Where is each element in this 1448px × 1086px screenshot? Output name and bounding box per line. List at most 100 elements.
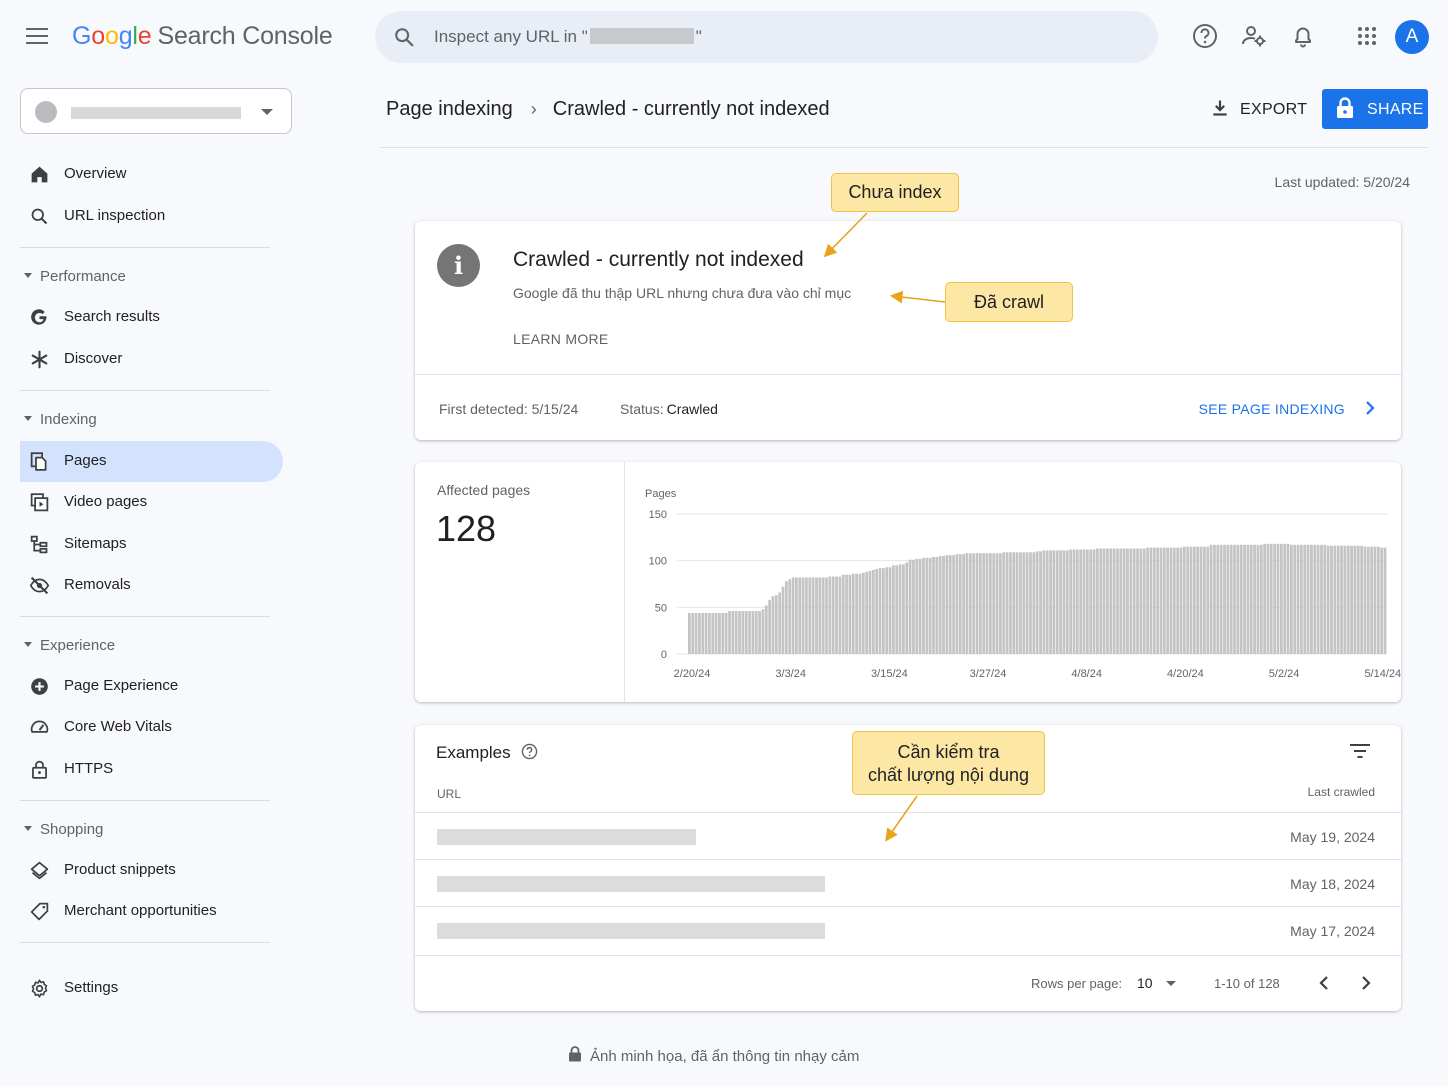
property-selector[interactable] — [20, 88, 292, 134]
chart-bar[interactable] — [932, 556, 935, 654]
chart-bar[interactable] — [704, 612, 708, 654]
chart-bar[interactable] — [841, 574, 845, 654]
chart-bar[interactable] — [1283, 543, 1287, 654]
chart-bar[interactable] — [711, 612, 715, 654]
rows-per-page-select[interactable]: 10 — [1137, 975, 1153, 991]
chart-bar[interactable] — [1055, 550, 1059, 654]
chart-bar[interactable] — [1199, 546, 1203, 654]
chart-bar[interactable] — [1032, 552, 1036, 654]
chart-bar[interactable] — [1072, 549, 1076, 654]
chart-bar[interactable] — [694, 612, 698, 654]
sidebar-item-video-pages[interactable]: Video pages — [20, 482, 283, 523]
chart-bar[interactable] — [1236, 544, 1240, 654]
next-page-button[interactable] — [1357, 973, 1375, 993]
chart-bar[interactable] — [751, 611, 755, 654]
chart-bar[interactable] — [774, 595, 778, 654]
filter-icon[interactable] — [1349, 743, 1371, 759]
chart-bar[interactable] — [1323, 544, 1327, 654]
chart-bar[interactable] — [895, 565, 899, 654]
chart-bar[interactable] — [1149, 547, 1153, 654]
chart-bar[interactable] — [1099, 548, 1103, 654]
chart-bar[interactable] — [698, 612, 701, 654]
chart-bar[interactable] — [1266, 543, 1270, 654]
chart-bar[interactable] — [764, 605, 768, 654]
app-logo[interactable]: Google Search Console — [72, 22, 333, 51]
chart-bar[interactable] — [898, 564, 902, 654]
help-icon[interactable] — [1191, 22, 1219, 50]
chart-bar[interactable] — [1326, 545, 1330, 654]
chart-bar[interactable] — [708, 612, 711, 654]
chart-bar[interactable] — [1373, 546, 1377, 654]
chart-bar[interactable] — [724, 612, 728, 654]
account-avatar[interactable]: A — [1395, 20, 1429, 54]
apps-grid-icon[interactable] — [1353, 22, 1381, 50]
chart-bar[interactable] — [1049, 550, 1052, 654]
sidebar-section-experience[interactable]: Experience — [24, 637, 115, 654]
chart-bar[interactable] — [1186, 546, 1190, 654]
chart-bar[interactable] — [1223, 544, 1226, 654]
chart-bar[interactable] — [1062, 550, 1066, 654]
chart-bar[interactable] — [855, 573, 858, 654]
chart-bar[interactable] — [734, 611, 738, 654]
chart-bar[interactable] — [968, 553, 972, 654]
chart-bar[interactable] — [1233, 544, 1236, 654]
chart-bar[interactable] — [1310, 544, 1313, 654]
chart-bar[interactable] — [821, 577, 825, 654]
chart-bar[interactable] — [1122, 548, 1126, 654]
sidebar-item-page-experience[interactable]: Page Experience — [20, 666, 283, 707]
chart-bar[interactable] — [1092, 549, 1096, 654]
affected-pages-bar-chart[interactable]: Pages 0 50 100 150 2/20/24 3/3/24 3/15/24 3/27… — [625, 462, 1401, 702]
chart-bar[interactable] — [1213, 544, 1216, 654]
chart-bar[interactable] — [1366, 546, 1370, 654]
sidebar-item-discover[interactable]: Discover — [20, 339, 283, 380]
chart-bar[interactable] — [1356, 545, 1360, 654]
chart-bar[interactable] — [1152, 547, 1156, 654]
chart-bar[interactable] — [868, 570, 872, 654]
url-inspect-search-bar[interactable]: Inspect any URL in " " — [375, 11, 1158, 63]
chart-bar[interactable] — [1333, 545, 1337, 654]
chart-bar[interactable] — [808, 577, 812, 654]
chart-bar[interactable] — [1075, 549, 1079, 654]
chart-bar[interactable] — [1109, 548, 1113, 654]
chart-bar[interactable] — [1045, 550, 1049, 654]
chart-bar[interactable] — [1206, 546, 1210, 654]
chart-bar[interactable] — [728, 611, 731, 654]
chart-bar[interactable] — [714, 612, 718, 654]
chart-bar[interactable] — [1166, 547, 1169, 654]
chart-bar[interactable] — [1203, 546, 1206, 654]
chart-bar[interactable] — [1182, 546, 1186, 654]
caret-down-icon[interactable] — [1166, 981, 1176, 986]
share-button[interactable]: SHARE — [1322, 89, 1428, 129]
chart-bar[interactable] — [995, 553, 999, 654]
chart-bar[interactable] — [1069, 549, 1073, 654]
chart-bar[interactable] — [1343, 545, 1347, 654]
chart-bar[interactable] — [1383, 547, 1387, 654]
chart-bar[interactable] — [1219, 544, 1223, 654]
chart-bar[interactable] — [1376, 546, 1380, 654]
chart-bar[interactable] — [865, 571, 868, 654]
chart-bar[interactable] — [1350, 545, 1353, 654]
chart-bar[interactable] — [1253, 544, 1256, 654]
chart-bar[interactable] — [912, 559, 915, 654]
chart-bar[interactable] — [1273, 543, 1277, 654]
chart-bar[interactable] — [1136, 548, 1139, 654]
chart-bar[interactable] — [1320, 544, 1323, 654]
chart-bar[interactable] — [871, 570, 875, 654]
previous-page-button[interactable] — [1315, 973, 1333, 993]
chart-bar[interactable] — [908, 559, 912, 654]
chart-bar[interactable] — [798, 577, 802, 654]
chart-bar[interactable] — [1025, 552, 1029, 654]
chart-bar[interactable] — [878, 568, 882, 654]
chart-bar[interactable] — [741, 611, 745, 654]
chart-bar[interactable] — [1330, 545, 1333, 654]
chart-bar[interactable] — [1290, 544, 1293, 654]
chart-bar[interactable] — [1216, 544, 1220, 654]
chart-bar[interactable] — [1096, 548, 1099, 654]
chart-bar[interactable] — [1189, 546, 1193, 654]
chart-bar[interactable] — [922, 557, 925, 654]
chart-bar[interactable] — [761, 609, 765, 654]
menu-icon[interactable] — [26, 28, 48, 46]
chart-bar[interactable] — [1172, 547, 1176, 654]
chart-bar[interactable] — [999, 553, 1002, 654]
chart-bar[interactable] — [791, 577, 795, 654]
